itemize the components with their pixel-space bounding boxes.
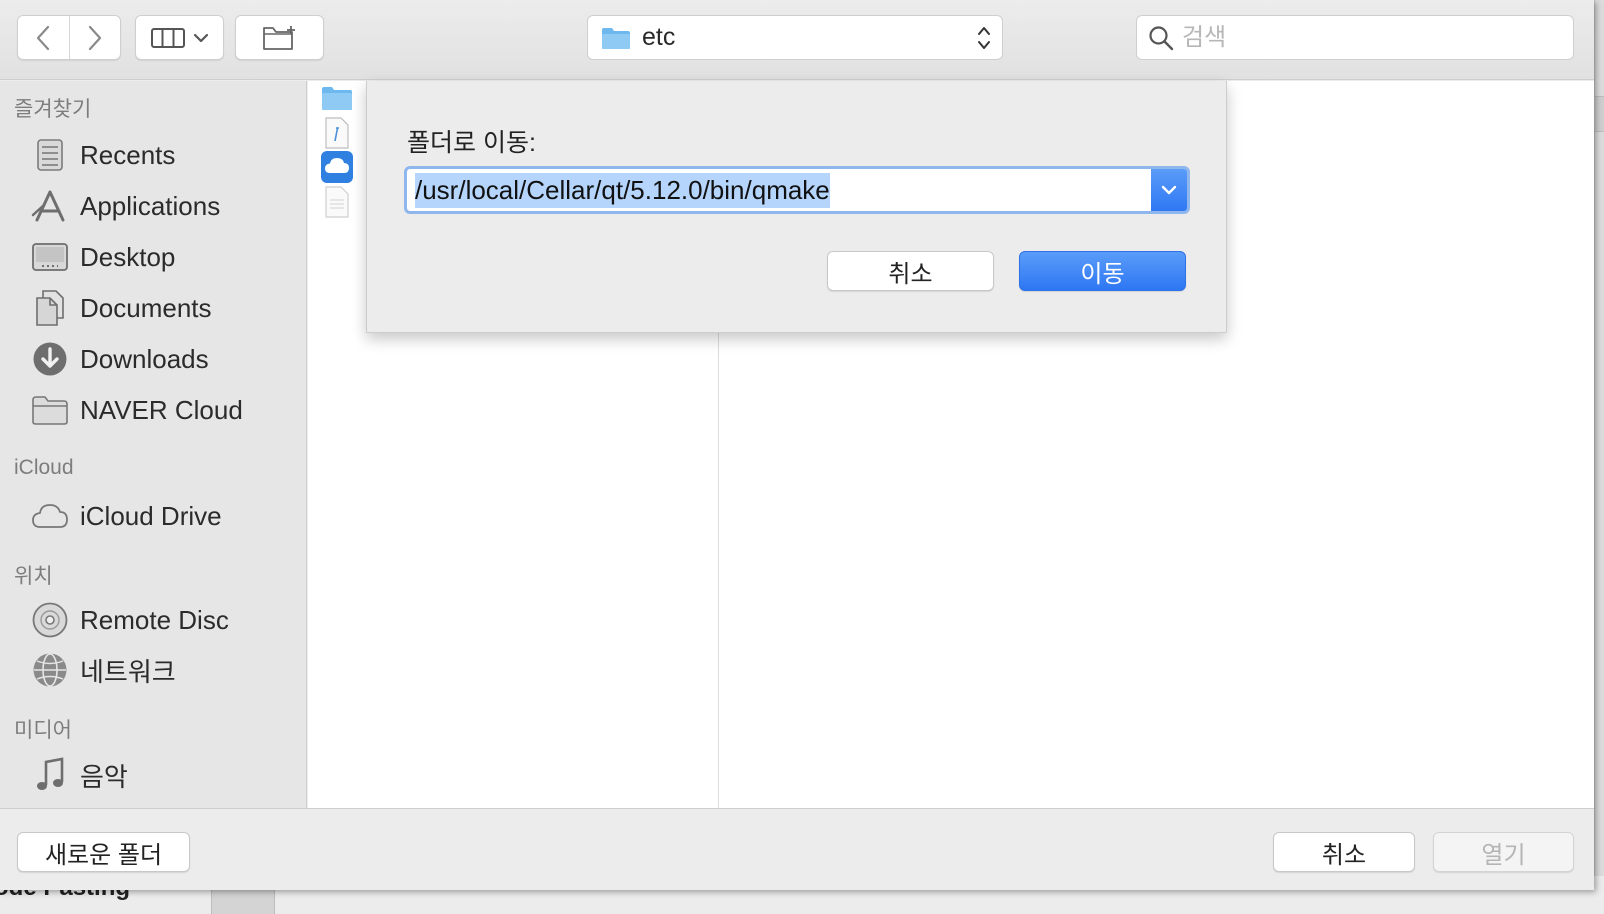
dialog-cancel-button[interactable]: 취소 <box>827 251 994 291</box>
sidebar-item-desktop[interactable]: Desktop <box>30 235 300 279</box>
current-folder-label: etc <box>642 23 676 51</box>
path-popup-button[interactable]: etc <box>587 15 1003 60</box>
sidebar-header-locations: 위치 <box>14 565 53 588</box>
sidebar-item-music[interactable]: 음악 <box>30 753 300 797</box>
sidebar-item-label: Recents <box>80 139 176 170</box>
folder-icon <box>30 390 70 430</box>
open-button[interactable]: 열기 <box>1433 832 1574 872</box>
bottom-bar: 새로운 폴더 취소 열기 <box>0 808 1594 890</box>
dialog-title: 폴더로 이동: <box>407 129 536 157</box>
sidebar-item-network[interactable]: 네트워크 <box>30 648 300 692</box>
chevron-down-icon <box>1161 185 1177 195</box>
path-history-dropdown[interactable] <box>1151 169 1187 211</box>
nav-button-group <box>17 15 121 60</box>
cancel-button[interactable]: 취소 <box>1273 832 1415 872</box>
sidebar-item-documents[interactable]: Documents <box>30 286 300 330</box>
music-note-icon <box>30 755 70 795</box>
new-folder-toolbar-button[interactable] <box>235 15 324 60</box>
sidebar-item-label: Downloads <box>80 343 209 374</box>
search-input[interactable] <box>1182 23 1562 52</box>
list-item[interactable] <box>320 185 354 219</box>
sidebar-item-icloud-drive[interactable]: iCloud Drive <box>30 494 300 538</box>
folder-icon <box>322 87 352 110</box>
go-to-folder-dialog: 폴더로 이동: /usr/local/Cellar/qt/5.12.0/bin/… <box>366 81 1227 333</box>
folder-path-value[interactable]: /usr/local/Cellar/qt/5.12.0/bin/qmake <box>415 172 830 208</box>
sidebar-item-applications[interactable]: Applications <box>30 184 300 228</box>
sidebar-item-label: Remote Disc <box>80 604 229 635</box>
column-view-icon <box>150 27 185 48</box>
list-item[interactable] <box>320 150 354 184</box>
chevron-right-icon <box>88 25 102 50</box>
search-icon <box>1149 25 1174 50</box>
view-mode-button[interactable] <box>135 15 224 60</box>
open-file-sheet: etc 즐겨찾기 Recents Applications Desk <box>0 0 1594 890</box>
sidebar-item-label: 음악 <box>80 761 128 792</box>
background-window-edge <box>1594 0 1604 876</box>
search-field[interactable] <box>1136 15 1574 60</box>
forward-button[interactable] <box>68 16 120 59</box>
sidebar-item-label: iCloud Drive <box>80 500 222 531</box>
list-item[interactable] <box>320 81 354 115</box>
sidebar-item-label: NAVER Cloud <box>80 394 243 425</box>
sidebar-item-label: Desktop <box>80 241 176 272</box>
sidebar-item-remote-disc[interactable]: Remote Disc <box>30 598 300 642</box>
sidebar-item-downloads[interactable]: Downloads <box>30 337 300 381</box>
sidebar-item-label: Applications <box>80 190 221 221</box>
go-button[interactable]: 이동 <box>1019 251 1186 291</box>
folder-path-combobox[interactable]: /usr/local/Cellar/qt/5.12.0/bin/qmake <box>404 166 1190 214</box>
sidebar-item-label: Documents <box>80 292 212 323</box>
sidebar-item-recents[interactable]: Recents <box>30 133 300 177</box>
applications-icon <box>30 186 70 226</box>
cloud-app-icon <box>321 151 353 183</box>
chevron-left-icon <box>37 25 50 50</box>
cloud-icon <box>30 496 70 536</box>
text-file-icon <box>325 117 349 149</box>
sidebar-header-favorites: 즐겨찾기 <box>14 98 92 121</box>
chevron-down-icon <box>193 33 208 42</box>
desktop-icon <box>30 237 70 277</box>
network-icon <box>30 650 70 690</box>
folder-path-field[interactable]: /usr/local/Cellar/qt/5.12.0/bin/qmake <box>407 169 1151 211</box>
recents-icon <box>30 135 70 175</box>
toolbar: etc <box>0 0 1594 80</box>
sidebar-item-label: 네트워크 <box>80 656 176 687</box>
new-folder-icon <box>262 25 295 50</box>
disc-icon <box>30 600 70 640</box>
downloads-icon <box>30 339 70 379</box>
sidebar: 즐겨찾기 Recents Applications Desktop Docume… <box>0 81 307 808</box>
sidebar-header-media: 미디어 <box>14 719 72 742</box>
sidebar-header-icloud: iCloud <box>14 456 74 479</box>
folder-icon <box>602 27 630 49</box>
sidebar-item-naver-cloud[interactable]: NAVER Cloud <box>30 388 300 432</box>
list-item[interactable] <box>320 116 354 150</box>
new-folder-button[interactable]: 새로운 폴더 <box>17 832 190 872</box>
back-button[interactable] <box>18 16 69 59</box>
up-down-arrows-icon <box>978 27 990 49</box>
document-icon <box>325 186 349 218</box>
documents-icon <box>30 288 70 328</box>
